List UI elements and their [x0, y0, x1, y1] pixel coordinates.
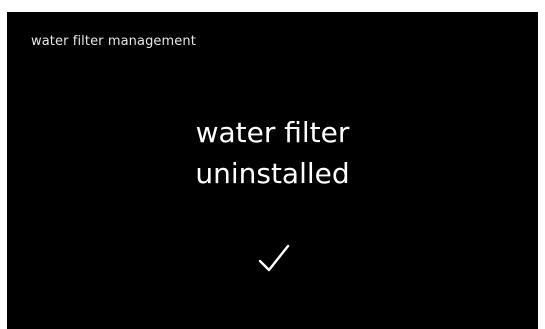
filter-screen: water filter management water filter uni…	[7, 12, 538, 329]
status-message-line-1: water filter	[195, 116, 350, 149]
checkmark-icon	[258, 244, 290, 272]
confirm-button[interactable]	[252, 236, 296, 280]
status-message: water filter uninstalled	[7, 112, 538, 194]
screen-title: water filter management	[31, 34, 196, 49]
status-message-line-2: uninstalled	[195, 157, 350, 190]
